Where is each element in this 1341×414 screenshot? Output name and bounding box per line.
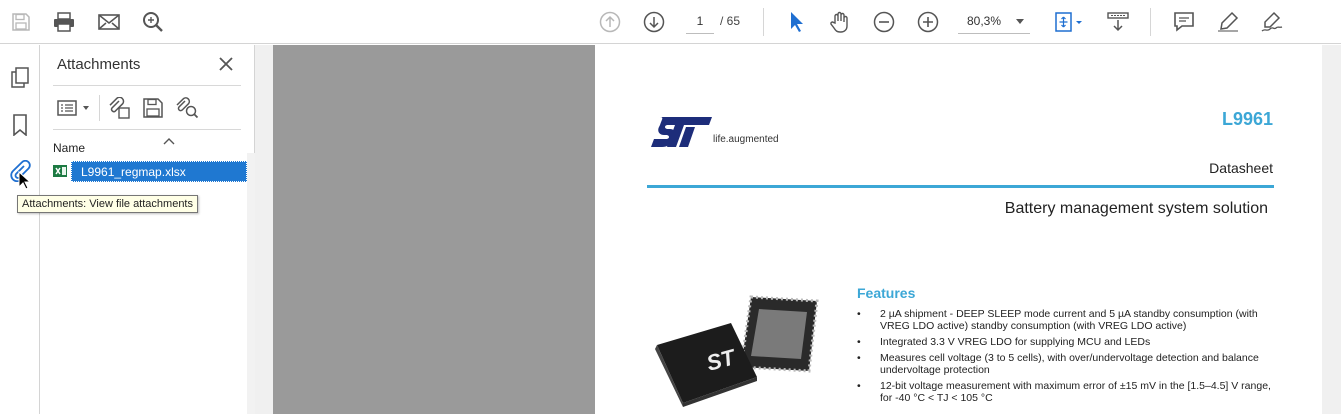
print-icon[interactable] — [51, 9, 77, 35]
panel-divider — [53, 129, 241, 130]
search-attachment-icon[interactable] — [174, 95, 200, 121]
search-icon[interactable] — [140, 9, 166, 35]
close-icon[interactable] — [217, 55, 235, 73]
zoom-out-icon[interactable] — [871, 9, 897, 35]
bookmark-icon[interactable] — [7, 112, 33, 138]
page-down-icon[interactable] — [641, 9, 667, 35]
features-list: 2 µA shipment - DEEP SLEEP mode current … — [857, 308, 1277, 408]
sign-icon[interactable] — [1259, 9, 1285, 35]
toolbar-divider — [763, 8, 764, 36]
page-thumbnails-icon[interactable] — [7, 65, 33, 91]
main-toolbar: / 65 80,3% — [0, 0, 1341, 44]
document-scrollbar[interactable] — [1322, 45, 1341, 414]
chip-package-image: ST — [655, 295, 819, 407]
st-logo — [651, 117, 712, 147]
attachments-panel: Attachments Name L9961_regmap.xlsx — [41, 45, 255, 414]
page-up-icon[interactable] — [597, 9, 623, 35]
scroll-mode-icon[interactable] — [1105, 9, 1131, 35]
navigation-rail — [0, 45, 40, 414]
document-viewer[interactable]: life.augmented L9961 Datasheet Battery m… — [255, 45, 1341, 414]
feature-item: Integrated 3.3 V VREG LDO for supplying … — [857, 336, 1277, 348]
panel-divider — [53, 85, 241, 86]
sort-ascending-icon[interactable] — [163, 137, 175, 145]
panel-scrollbar[interactable] — [247, 153, 255, 414]
document-type: Datasheet — [1209, 160, 1273, 176]
header-rule — [647, 185, 1274, 188]
attachment-filename: L9961_regmap.xlsx — [71, 161, 247, 182]
viewer-gutter — [255, 45, 273, 414]
chevron-down-icon — [1016, 19, 1024, 24]
fit-page-icon[interactable] — [1052, 9, 1086, 35]
save-attachment-icon[interactable] — [140, 95, 166, 121]
excel-file-icon — [53, 165, 67, 177]
pdf-page[interactable]: life.augmented L9961 Datasheet Battery m… — [595, 45, 1341, 414]
mouse-pointer-icon — [18, 171, 32, 190]
mail-icon[interactable] — [96, 9, 122, 35]
attachments-tooltip: Attachments: View file attachments — [17, 195, 198, 213]
document-part-number: L9961 — [1221, 109, 1273, 129]
feature-item: 2 µA shipment - DEEP SLEEP mode current … — [857, 308, 1277, 332]
features-heading: Features — [857, 285, 916, 301]
highlight-pen-icon[interactable] — [1215, 9, 1241, 35]
column-header-name[interactable]: Name — [53, 141, 85, 155]
page-total: / 65 — [720, 14, 741, 28]
zoom-in-icon[interactable] — [915, 9, 941, 35]
comment-icon[interactable] — [1171, 9, 1197, 35]
panel-tool-divider — [99, 95, 100, 121]
document-subtitle: Battery management system solution — [1004, 200, 1268, 217]
hand-tool-icon[interactable] — [827, 9, 853, 35]
page-background — [273, 45, 595, 414]
feature-item: Measures cell voltage (3 to 5 cells), wi… — [857, 352, 1277, 376]
panel-title: Attachments — [57, 56, 141, 73]
open-attachment-icon[interactable] — [106, 95, 132, 121]
save-icon[interactable] — [8, 9, 34, 35]
page-number-input[interactable] — [686, 9, 714, 34]
options-menu-icon[interactable] — [55, 95, 93, 121]
zoom-dropdown[interactable]: 80,3% — [958, 9, 1030, 34]
zoom-value: 80,3% — [967, 14, 1002, 28]
attachment-row[interactable]: L9961_regmap.xlsx — [49, 161, 249, 182]
select-cursor-icon[interactable] — [784, 9, 810, 35]
feature-item: 12-bit voltage measurement with maximum … — [857, 380, 1277, 404]
toolbar-divider — [1150, 8, 1151, 36]
logo-tagline: life.augmented — [713, 134, 779, 145]
